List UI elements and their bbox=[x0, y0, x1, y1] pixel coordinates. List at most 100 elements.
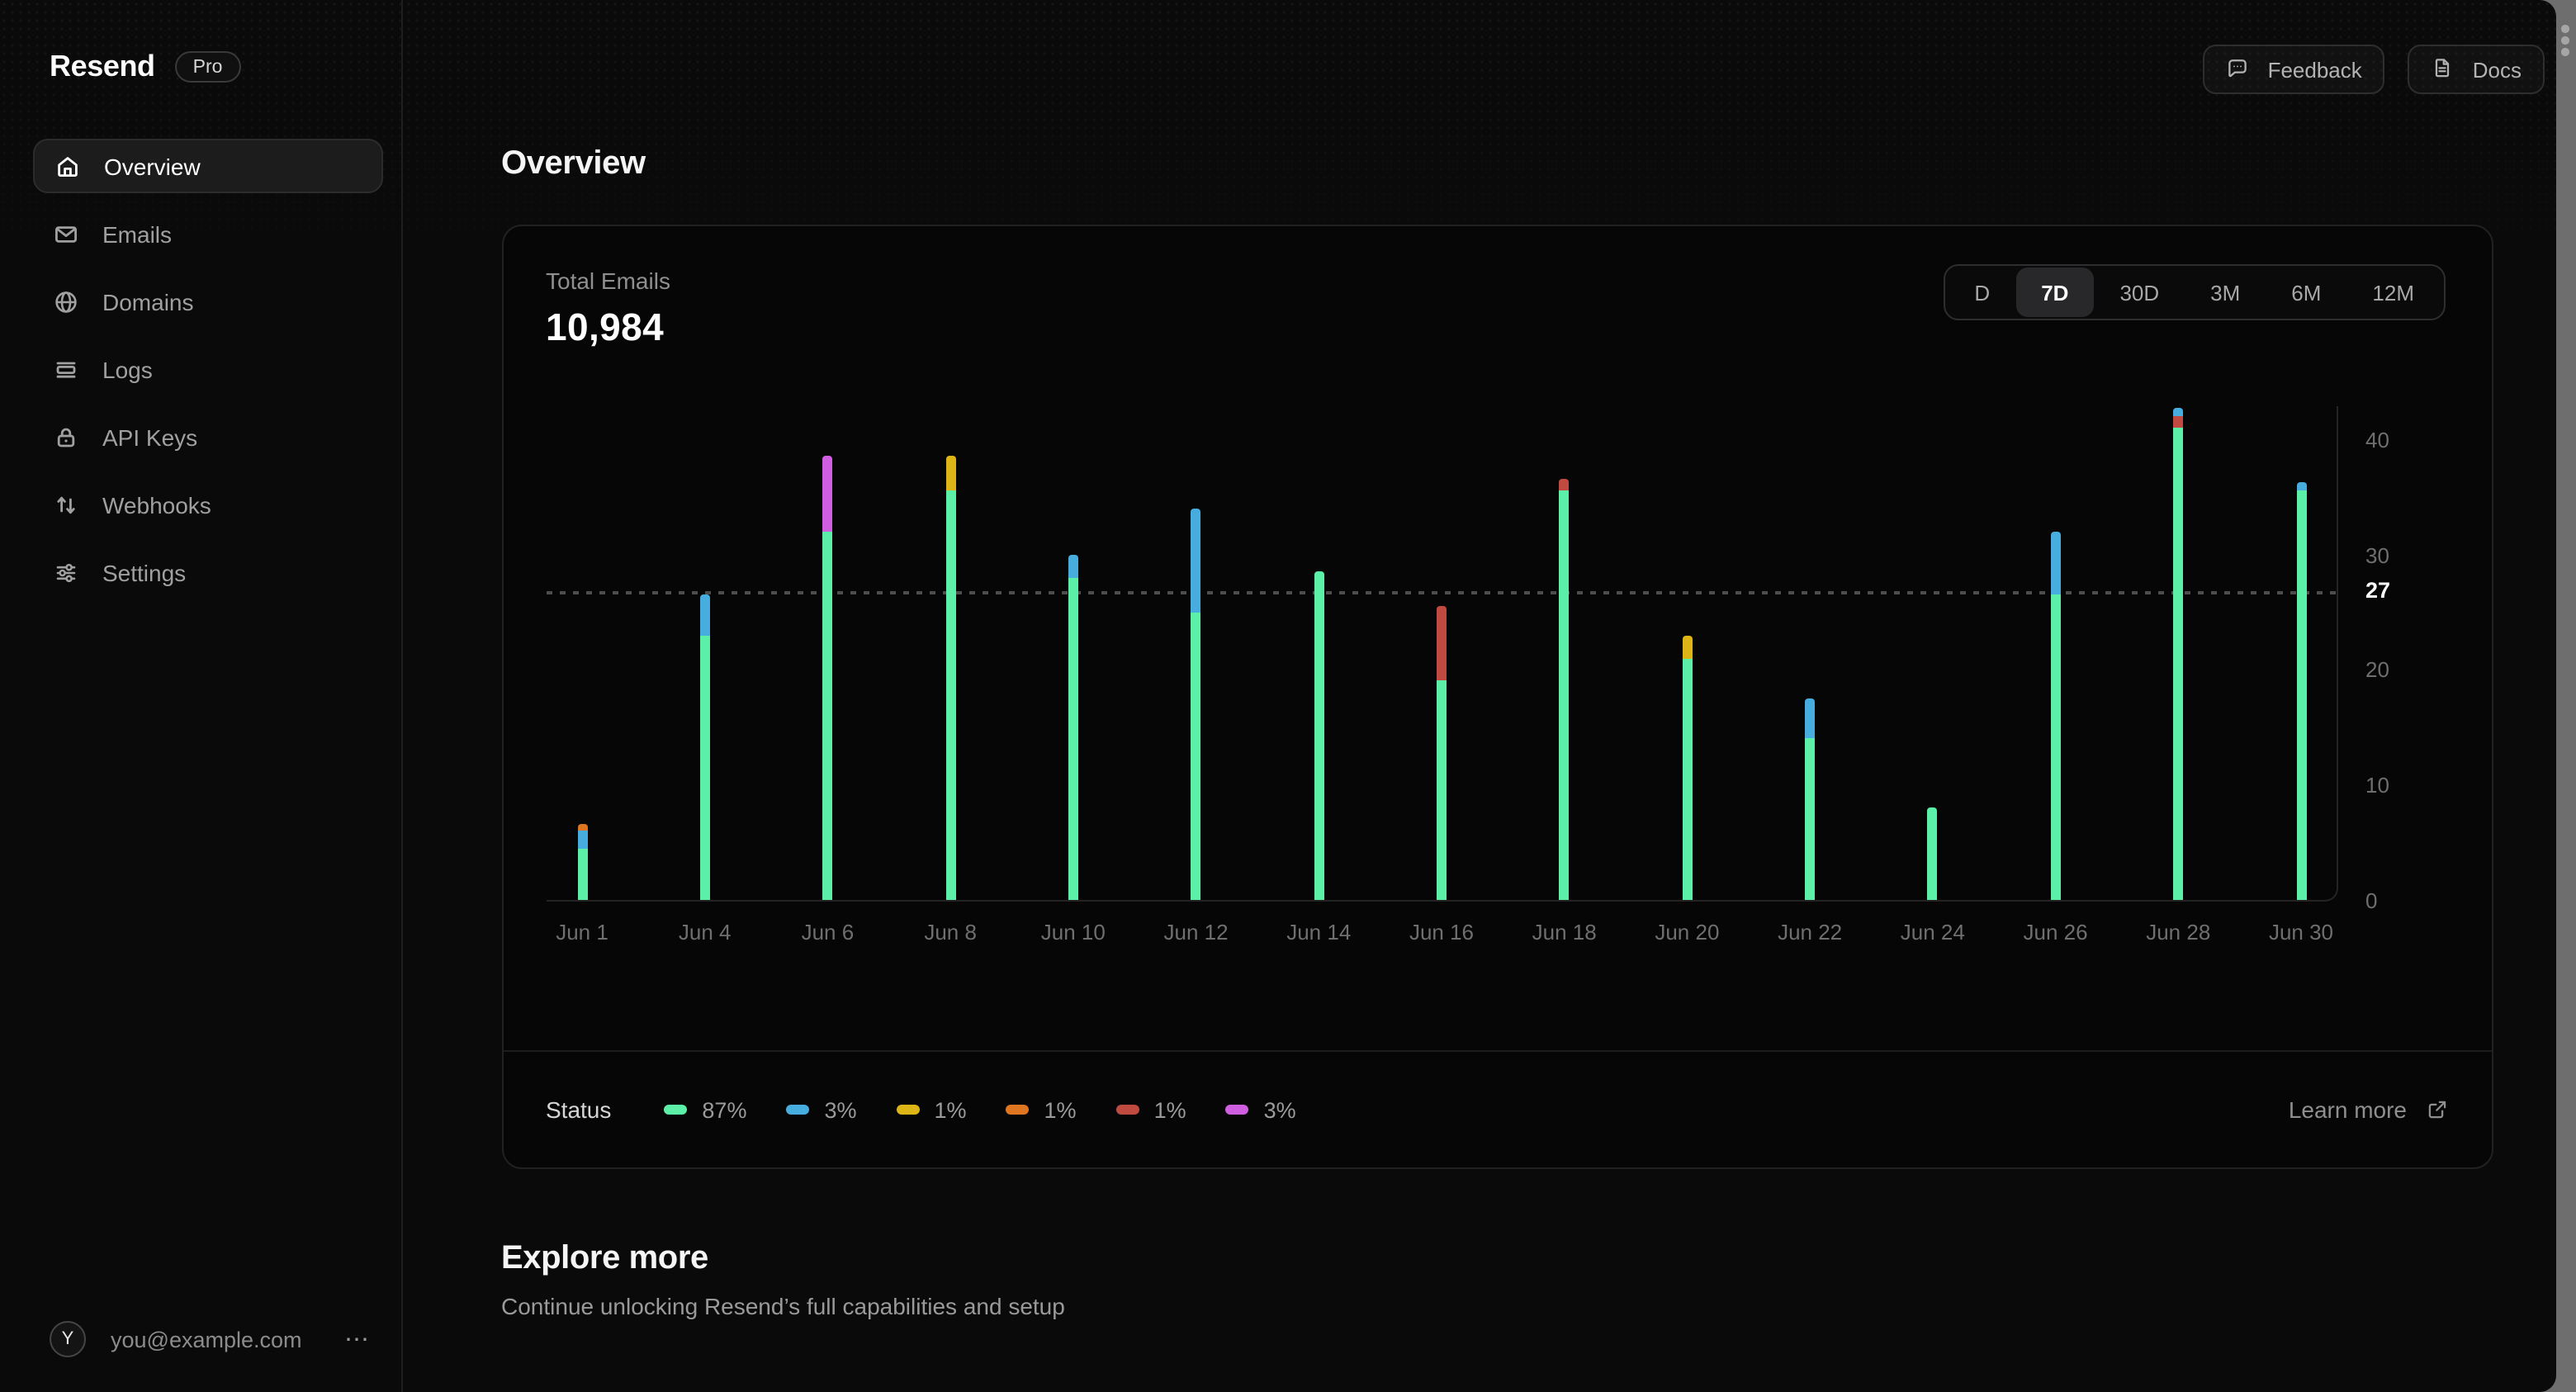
x-tick-label: Jun 1 bbox=[556, 920, 608, 945]
legend-item-orange: 1% bbox=[1006, 1097, 1077, 1122]
y-tick-label: 30 bbox=[2365, 542, 2389, 568]
emails-bar-chart: 0 10 20 30 40 27 Jun 1 Jun 4 Jun 6 Jun 8 Jun 10 Ju… bbox=[546, 406, 2451, 976]
bar-jun-30 bbox=[2296, 482, 2306, 900]
mail-icon bbox=[53, 220, 79, 247]
learn-more-label: Learn more bbox=[2288, 1096, 2407, 1123]
range-option-6m[interactable]: 6M bbox=[2266, 268, 2346, 317]
bar-segment-green bbox=[1314, 571, 1324, 900]
x-tick-label: Jun 24 bbox=[1900, 920, 1965, 945]
chart-plot-area bbox=[546, 406, 2337, 902]
grip-dot bbox=[2561, 48, 2570, 56]
sidebar-item-logs[interactable]: Logs bbox=[33, 342, 382, 396]
bar-segment-green bbox=[822, 531, 833, 900]
avatar: Y bbox=[50, 1321, 86, 1357]
bar-jun-4 bbox=[699, 594, 710, 900]
legend-percent: 1% bbox=[1153, 1097, 1186, 1122]
bar-segment-green bbox=[1682, 658, 1693, 900]
legend-item-green: 87% bbox=[664, 1097, 746, 1122]
range-option-7d[interactable]: 7D bbox=[2015, 268, 2095, 317]
feedback-button[interactable]: Feedback bbox=[2203, 45, 2385, 94]
explore-more-title: Explore more bbox=[501, 1240, 708, 1276]
range-option-30d[interactable]: 30D bbox=[2094, 268, 2185, 317]
sidebar-item-label: API Keys bbox=[102, 424, 198, 450]
time-range-selector: D 7D 30D 3M 6M 12M bbox=[1944, 264, 2445, 320]
sidebar-item-api-keys[interactable]: API Keys bbox=[33, 410, 382, 464]
range-option-d[interactable]: D bbox=[1949, 268, 2015, 317]
bar-jun-26 bbox=[2050, 531, 2061, 900]
learn-more-link[interactable]: Learn more bbox=[2289, 1096, 2448, 1123]
bar-jun-12 bbox=[1191, 508, 1201, 900]
legend-swatch-blue bbox=[786, 1105, 810, 1115]
user-email: you@example.com bbox=[111, 1327, 302, 1352]
explore-more-subtitle: Continue unlocking Resend’s full capabil… bbox=[501, 1293, 1065, 1319]
bar-segment-blue bbox=[2050, 531, 2061, 595]
feedback-button-label: Feedback bbox=[2267, 57, 2362, 82]
bar-segment-green bbox=[1068, 577, 1078, 900]
home-icon bbox=[54, 153, 81, 179]
screen: Resend Pro Overview Emails Domains Logs API … bbox=[0, 0, 2576, 1392]
sidebar-item-settings[interactable]: Settings bbox=[33, 545, 382, 599]
legend-swatch-red bbox=[1115, 1105, 1139, 1115]
bar-jun-1 bbox=[577, 823, 587, 900]
range-option-3m[interactable]: 3M bbox=[2185, 268, 2266, 317]
bar-jun-14 bbox=[1314, 571, 1324, 900]
brand-logo: Resend bbox=[50, 50, 155, 83]
bar-segment-red bbox=[2173, 416, 2184, 428]
chart-x-axis: Jun 1 Jun 4 Jun 6 Jun 8 Jun 10 Jun 12 Jun 14 Ju… bbox=[546, 920, 2337, 953]
metric-value: 10,984 bbox=[546, 305, 665, 348]
sliders-icon bbox=[53, 559, 79, 585]
y-tick-label: 40 bbox=[2365, 427, 2389, 452]
right-scrollbar-rail[interactable] bbox=[2555, 0, 2576, 1392]
sidebar-nav: Overview Emails Domains Logs API Keys Webhook… bbox=[33, 139, 382, 599]
bar-segment-magenta bbox=[822, 456, 833, 532]
chart-card-footer: Status 87% 3% 1% 1% 1% 3% Learn more bbox=[503, 1050, 2491, 1167]
sidebar-item-webhooks[interactable]: Webhooks bbox=[33, 477, 382, 532]
account-row[interactable]: Y you@example.com ⋯ bbox=[50, 1321, 377, 1357]
bar-jun-10 bbox=[1068, 554, 1078, 900]
metric-label: Total Emails bbox=[546, 268, 670, 294]
docs-button-label: Docs bbox=[2472, 57, 2522, 82]
legend-swatch-yellow bbox=[896, 1105, 920, 1115]
bar-segment-red bbox=[1437, 606, 1447, 681]
y-tick-label: 20 bbox=[2365, 657, 2389, 683]
sidebar-item-label: Domains bbox=[102, 288, 194, 315]
legend-item-yellow: 1% bbox=[896, 1097, 967, 1122]
legend-title: Status bbox=[546, 1096, 612, 1123]
x-tick-label: Jun 30 bbox=[2268, 920, 2334, 945]
docs-button[interactable]: Docs bbox=[2408, 45, 2545, 94]
x-tick-label: Jun 20 bbox=[1655, 920, 1720, 945]
chart-y-axis: 0 10 20 30 40 27 bbox=[2337, 406, 2451, 913]
account-menu-button[interactable]: ⋯ bbox=[338, 1321, 377, 1357]
bar-jun-22 bbox=[1805, 698, 1816, 900]
bar-segment-green bbox=[2173, 427, 2184, 900]
x-tick-label: Jun 8 bbox=[924, 920, 977, 945]
range-option-12m[interactable]: 12M bbox=[2346, 268, 2440, 317]
bar-jun-20 bbox=[1682, 635, 1693, 900]
plan-badge: Pro bbox=[174, 51, 241, 83]
lock-icon bbox=[53, 424, 79, 450]
sidebar-item-overview[interactable]: Overview bbox=[33, 139, 382, 193]
page-title: Overview bbox=[501, 145, 646, 182]
bar-segment-green bbox=[2296, 490, 2306, 900]
external-link-icon bbox=[2425, 1098, 2448, 1121]
y-tick-label: 10 bbox=[2365, 773, 2389, 798]
sidebar: Resend Pro Overview Emails Domains Logs API … bbox=[0, 0, 402, 1392]
main-content: Feedback Docs Overview Total Emails 10,9… bbox=[402, 0, 2555, 1392]
legend-percent: 3% bbox=[824, 1097, 857, 1122]
sidebar-item-emails[interactable]: Emails bbox=[33, 206, 382, 261]
grip-dot bbox=[2561, 25, 2570, 33]
legend-swatch-orange bbox=[1006, 1105, 1030, 1115]
bar-jun-28 bbox=[2173, 408, 2184, 900]
legend-percent: 1% bbox=[934, 1097, 967, 1122]
bar-segment-blue bbox=[1191, 508, 1201, 613]
bar-segment-green bbox=[1805, 738, 1816, 900]
sidebar-item-domains[interactable]: Domains bbox=[33, 274, 382, 329]
legend-swatch-green bbox=[664, 1105, 688, 1115]
bar-jun-8 bbox=[945, 456, 956, 900]
bar-jun-18 bbox=[1559, 479, 1570, 900]
legend-item-magenta: 3% bbox=[1225, 1097, 1296, 1122]
sidebar-item-label: Emails bbox=[102, 220, 173, 247]
app-window: Resend Pro Overview Emails Domains Logs API … bbox=[0, 0, 2555, 1392]
document-icon bbox=[2432, 56, 2458, 83]
bar-segment-blue bbox=[699, 594, 710, 636]
